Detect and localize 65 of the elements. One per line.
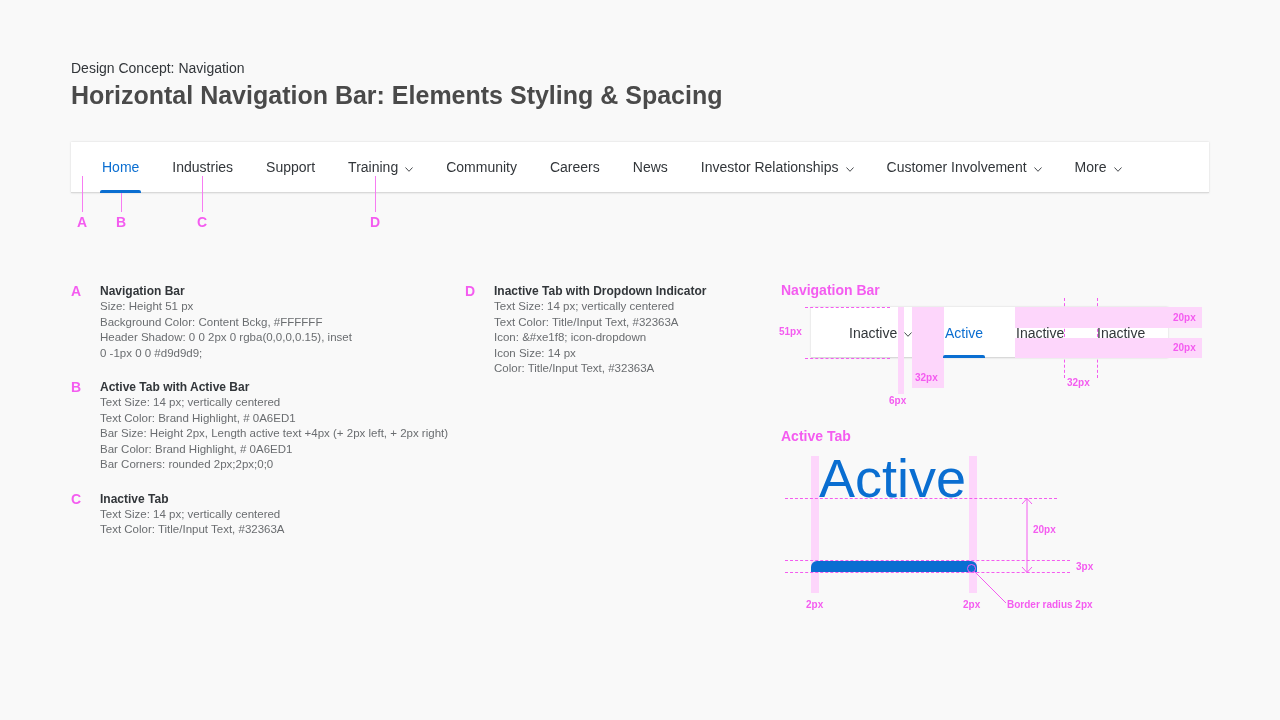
page-eyebrow: Design Concept: Navigation xyxy=(71,59,246,77)
spec-line: Text Color: Title/Input Text, #32363A xyxy=(494,314,680,330)
dimension-label: 32px xyxy=(1067,377,1090,389)
spec-line: Icon Size: 14 px xyxy=(494,345,577,361)
spec-line: Text Color: Title/Input Text, #32363A xyxy=(100,522,285,537)
active-tab-text-sample: Active xyxy=(819,456,967,496)
tab-label: Active xyxy=(945,324,984,341)
callout-line xyxy=(121,193,122,212)
nav-tab[interactable]: Customer Involvement xyxy=(884,142,1044,193)
spec-line: Background Color: Content Bckg, #FFFFFF xyxy=(100,314,324,330)
spec-line: 0 -1px 0 0 #d9d9d9; xyxy=(100,345,204,361)
radius-marker-icon xyxy=(967,564,976,573)
tab-label: Inactive xyxy=(849,324,898,341)
callout-letter: C xyxy=(197,214,208,230)
spec-line: Header Shadow: 0 0 2px 0 rgba(0,0,0,0.15), inset xyxy=(100,330,352,345)
spec-line: Icon: &#xe1f8; icon-dropdown xyxy=(494,330,648,345)
spec-title: Active Tab with Active Bar xyxy=(100,379,251,395)
nav-tab[interactable]: Community xyxy=(444,142,519,193)
callout-letter: B xyxy=(116,214,127,230)
active-tab-indicator xyxy=(100,190,142,193)
nav-tab[interactable]: Investor Relationships xyxy=(698,142,856,193)
spec-letter: C xyxy=(71,490,83,509)
dimension-label: 3px xyxy=(1076,561,1094,573)
spec-letter: B xyxy=(71,379,83,397)
spec-title: Navigation Bar xyxy=(100,283,186,299)
spec-line: Text Size: 14 px; vertically centered xyxy=(100,395,282,410)
dimension-label: 2px xyxy=(806,599,824,611)
spec-line: Text Size: 14 px; vertically centered xyxy=(494,299,676,314)
spec-line: Bar Color: Brand Highlight, # 0A6ED1 xyxy=(100,441,294,457)
spec-line: Color: Title/Input Text, #32363A xyxy=(494,361,656,376)
spec-letter: A xyxy=(71,283,83,301)
spec-title: Inactive Tab xyxy=(100,490,170,507)
nav-tab[interactable]: News xyxy=(630,142,670,193)
dimension-label: 51px xyxy=(779,326,802,338)
page-title: Horizontal Navigation Bar: Elements Styling & Spacing xyxy=(71,80,724,110)
nav-tab[interactable]: More xyxy=(1072,142,1124,193)
nav-tab[interactable]: Industries xyxy=(170,142,236,193)
spec-line: Bar Size: Height 2px, Length active text +4px (+ 2px left, + 2px right) xyxy=(100,426,449,441)
dimension-label: 2px xyxy=(963,599,981,611)
nav-tab[interactable]: Home xyxy=(100,142,142,193)
active-tab-indicator xyxy=(943,355,986,358)
dimension-label: Border radius 2px xyxy=(1007,599,1093,611)
tab-label: Inactive xyxy=(1016,324,1065,341)
nav-tab[interactable]: Training xyxy=(346,142,416,193)
dimension-label: 20px xyxy=(1173,312,1196,324)
callout-letter: D xyxy=(370,214,381,230)
callout-line xyxy=(202,176,203,212)
diagram-title: Active Tab xyxy=(781,428,851,444)
spec-line: Size: Height 51 px xyxy=(100,299,195,314)
callout-line xyxy=(82,176,83,212)
spec-line: Text Size: 14 px; vertically centered xyxy=(100,506,282,522)
spec-title: Inactive Tab with Dropdown Indicator xyxy=(494,283,707,299)
dimension-label: 32px xyxy=(915,372,938,384)
callout-line xyxy=(375,176,376,212)
diagram-title: Navigation Bar xyxy=(781,282,880,298)
nav-tab[interactable]: Support xyxy=(264,142,318,193)
nav-tab[interactable]: Careers xyxy=(547,142,602,193)
dimension-label: 6px xyxy=(889,395,907,407)
spec-line: Bar Corners: rounded 2px;2px;0;0 xyxy=(100,457,275,472)
spec-letter: D xyxy=(465,283,477,301)
dimension-label: 20px xyxy=(1033,524,1056,536)
spec-line: Text Color: Brand Highlight, # 0A6ED1 xyxy=(100,410,297,426)
dimension-label: 20px xyxy=(1173,342,1196,354)
callout-letter: A xyxy=(77,214,88,230)
tab-label: Inactive xyxy=(1097,324,1146,341)
